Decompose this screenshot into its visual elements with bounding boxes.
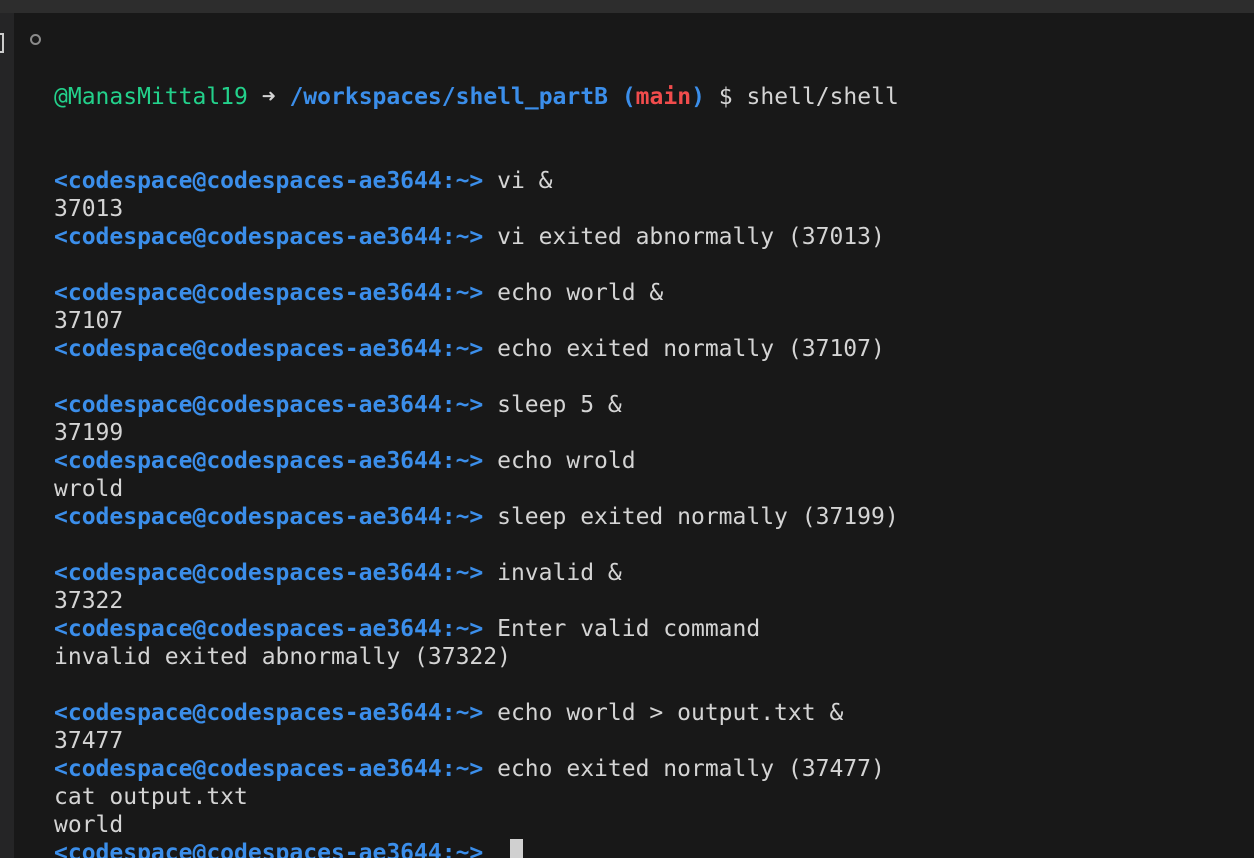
vscode-window: @ManasMittal19 ➜ /workspaces/shell_partB… — [0, 0, 1254, 858]
shell-prompt: <codespace@codespaces-ae3644:~> — [54, 840, 484, 858]
terminal-line: 37477 — [54, 727, 899, 755]
terminal-line: <codespace@codespaces-ae3644:~> — [54, 839, 899, 858]
shell-prompt: <codespace@codespaces-ae3644:~> — [54, 448, 484, 474]
gutter-bracket-icon — [0, 33, 4, 53]
shell-launch-line: @ManasMittal19 ➜ /workspaces/shell_partB… — [54, 84, 899, 110]
terminal-line: cat output.txt — [54, 783, 899, 811]
command-text: echo exited normally (37107) — [483, 336, 885, 362]
terminal-line: world — [54, 811, 899, 839]
command-text: echo world & — [483, 280, 664, 306]
command-text: echo wrold — [483, 448, 636, 474]
output-text: 37322 — [54, 588, 124, 614]
terminal-line: 37107 — [54, 307, 899, 335]
shell-prompt: <codespace@codespaces-ae3644:~> — [54, 756, 484, 782]
terminal-line: <codespace@codespaces-ae3644:~> vi & — [54, 167, 899, 195]
terminal-line: <codespace@codespaces-ae3644:~> echo wor… — [54, 699, 899, 727]
command-text: Enter valid command — [483, 616, 761, 642]
shell-prompt: <codespace@codespaces-ae3644:~> — [54, 280, 484, 306]
command-status-circle-icon[interactable] — [30, 34, 41, 45]
dollar-sign: $ — [718, 84, 733, 110]
working-directory: /workspaces/shell_partB — [289, 84, 608, 110]
command-text: sleep exited normally (37199) — [483, 504, 899, 530]
output-text: 37477 — [54, 728, 124, 754]
output-text: 37107 — [54, 308, 124, 334]
shell-prompt: <codespace@codespaces-ae3644:~> — [54, 392, 484, 418]
terminal-line: wrold — [54, 475, 899, 503]
terminal-line: <codespace@codespaces-ae3644:~> echo wor… — [54, 279, 899, 307]
launch-command: shell/shell — [746, 84, 899, 110]
command-text: invalid & — [483, 560, 622, 586]
shell-prompt: <codespace@codespaces-ae3644:~> — [54, 700, 484, 726]
terminal-line: <codespace@codespaces-ae3644:~> sleep 5 … — [54, 391, 899, 419]
terminal-output[interactable]: @ManasMittal19 ➜ /workspaces/shell_partB… — [54, 27, 899, 858]
output-text: 37013 — [54, 196, 124, 222]
terminal-line: <codespace@codespaces-ae3644:~> sleep ex… — [54, 503, 899, 531]
output-text: world — [54, 812, 124, 838]
shell-prompt: <codespace@codespaces-ae3644:~> — [54, 168, 484, 194]
command-text: sleep 5 & — [483, 392, 622, 418]
git-branch: main — [635, 84, 692, 110]
shell-prompt: <codespace@codespaces-ae3644:~> — [54, 336, 484, 362]
terminal-line: invalid exited abnormally (37322) — [54, 643, 899, 671]
terminal-line: <codespace@codespaces-ae3644:~> echo exi… — [54, 335, 899, 363]
command-text — [483, 840, 497, 858]
command-text: echo world > output.txt & — [483, 700, 844, 726]
command-text: echo exited normally (37477) — [483, 756, 885, 782]
command-text: vi exited abnormally (37013) — [483, 224, 885, 250]
output-text: cat output.txt — [54, 784, 248, 810]
terminal-panel[interactable]: @ManasMittal19 ➜ /workspaces/shell_partB… — [14, 13, 1254, 858]
arrow-icon: ➜ — [261, 84, 276, 110]
command-text: vi & — [483, 168, 553, 194]
shell-prompt: <codespace@codespaces-ae3644:~> — [54, 616, 484, 642]
terminal-line: <codespace@codespaces-ae3644:~> invalid … — [54, 559, 899, 587]
terminal-line: 37322 — [54, 587, 899, 615]
terminal-line: 37013 — [54, 195, 899, 223]
terminal-line: <codespace@codespaces-ae3644:~> echo exi… — [54, 755, 899, 783]
terminal-line: 37199 — [54, 419, 899, 447]
left-gutter — [0, 13, 14, 858]
terminal-line: <codespace@codespaces-ae3644:~> echo wro… — [54, 447, 899, 475]
shell-prompt: <codespace@codespaces-ae3644:~> — [54, 224, 484, 250]
terminal-line: <codespace@codespaces-ae3644:~> vi exite… — [54, 223, 899, 251]
output-text: wrold — [54, 476, 124, 502]
terminal-line: <codespace@codespaces-ae3644:~> Enter va… — [54, 615, 899, 643]
output-text: 37199 — [54, 420, 124, 446]
output-text: invalid exited abnormally (37322) — [54, 644, 511, 670]
shell-prompt: <codespace@codespaces-ae3644:~> — [54, 560, 484, 586]
shell-prompt: <codespace@codespaces-ae3644:~> — [54, 504, 484, 530]
panel-top-bar — [0, 0, 1254, 13]
text-cursor[interactable] — [510, 839, 524, 858]
github-user: @ManasMittal19 — [54, 84, 248, 110]
